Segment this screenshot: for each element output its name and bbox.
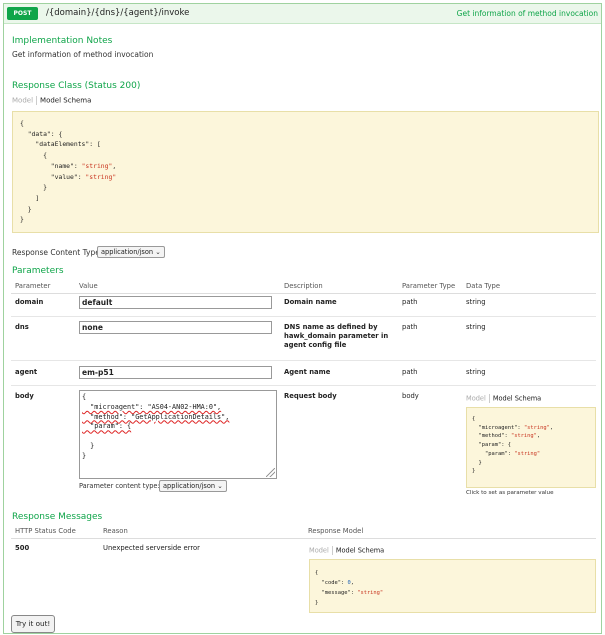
tab-model[interactable]: Model [12,97,33,105]
row-divider [11,360,596,361]
tab-model[interactable]: Model [309,547,329,555]
response-class-title: Response Class (Status 200) [12,81,141,91]
resp-header-status: HTTP Status Code [15,527,76,535]
operation-header[interactable]: POST /{domain}/{dns}/{agent}/invoke Get … [4,4,601,24]
resp-header-model: Response Model [308,527,364,535]
response-messages-title: Response Messages [12,512,103,522]
operation-panel: POST /{domain}/{dns}/{agent}/invoke Get … [3,3,602,634]
resp-header-reason: Reason [103,527,128,535]
implementation-notes-text: Get information of method invocation [12,50,154,59]
resp-reason-500: Unexpected serverside error [103,544,200,552]
body-schema: { "microagent": "string", "method": "str… [472,416,554,475]
implementation-notes-title: Implementation Notes [12,36,113,46]
param-datatype-agent: string [466,368,486,376]
tab-divider [36,96,38,105]
param-header-description: Description [284,282,323,290]
param-desc-agent: Agent name [284,368,331,376]
chevron-down-icon: ⌄ [155,248,161,256]
param-content-type-value: application/json [163,482,216,490]
tab-model-schema[interactable]: Model Schema [493,395,541,403]
agent-input[interactable]: em-p51 [79,366,272,379]
param-desc-body: Request body [284,392,337,400]
row-divider [11,316,596,317]
param-header-data-type: Data Type [466,282,501,290]
resp-schema-tabs: Model Model Schema [309,546,384,555]
resize-handle-icon[interactable] [266,468,275,477]
body-schema-box[interactable]: { "microagent": "string", "method": "str… [466,407,596,488]
method-badge[interactable]: POST [7,7,38,20]
response-content-type-label: Response Content Type [12,248,100,257]
tab-model-schema[interactable]: Model Schema [40,97,91,105]
tab-divider [488,394,490,403]
dns-input[interactable]: none [79,321,272,334]
param-header-value: Value [79,282,98,290]
param-name-domain: domain [15,298,44,306]
parameters-title: Parameters [12,266,64,276]
param-header-divider [11,293,596,294]
tab-divider [331,546,333,555]
response-class-schema-box[interactable]: { "data": { "dataElements": [ { "name": … [12,111,599,233]
tab-model-schema[interactable]: Model Schema [336,547,384,555]
param-type-agent: path [402,368,418,376]
param-desc-domain: Domain name [284,298,337,306]
param-datatype-domain: string [466,298,486,306]
param-type-dns: path [402,323,418,331]
resp-status-500: 500 [15,544,30,552]
response-class-schema: { "data": { "dataElements": [ { "name": … [20,119,117,224]
param-desc-dns: DNS name as defined by hawk_domain param… [284,323,389,349]
body-schema-tabs: Model Model Schema [466,394,541,403]
param-header-parameter: Parameter [15,282,51,290]
domain-input[interactable]: default [79,296,272,309]
param-name-agent: agent [15,368,38,376]
resp-header-divider [11,538,596,539]
operation-path[interactable]: /{domain}/{dns}/{agent}/invoke [46,8,189,18]
row-divider [11,385,596,386]
tab-model[interactable]: Model [466,395,486,403]
param-type-body: body [402,392,419,400]
resp-schema-box[interactable]: { "code": 0, "message": "string" } [309,559,596,613]
body-textarea[interactable]: { "microagent": "AS04-AN02-HMA:0", "meth… [79,390,277,479]
param-name-body: body [15,392,34,400]
param-name-dns: dns [15,323,29,331]
body-textarea-content: { "microagent": "AS04-AN02-HMA:0", "meth… [82,393,230,460]
param-header-parameter-type: Parameter Type [402,282,456,290]
try-it-out-button[interactable]: Try it out! [11,615,55,633]
resp-schema: { "code": 0, "message": "string" } [315,570,384,606]
click-to-set-hint: Click to set as parameter value [466,490,554,496]
param-type-domain: path [402,298,418,306]
chevron-down-icon: ⌄ [217,482,223,490]
response-content-type-select[interactable]: application/json ⌄ [97,246,165,258]
param-content-type-select[interactable]: application/json ⌄ [159,480,227,492]
response-class-tabs: Model Model Schema [12,96,91,105]
param-content-type-label: Parameter content type: [79,482,160,490]
response-content-type-value: application/json [101,248,154,256]
operation-summary[interactable]: Get information of method invocation [457,9,598,18]
param-datatype-dns: string [466,323,486,331]
